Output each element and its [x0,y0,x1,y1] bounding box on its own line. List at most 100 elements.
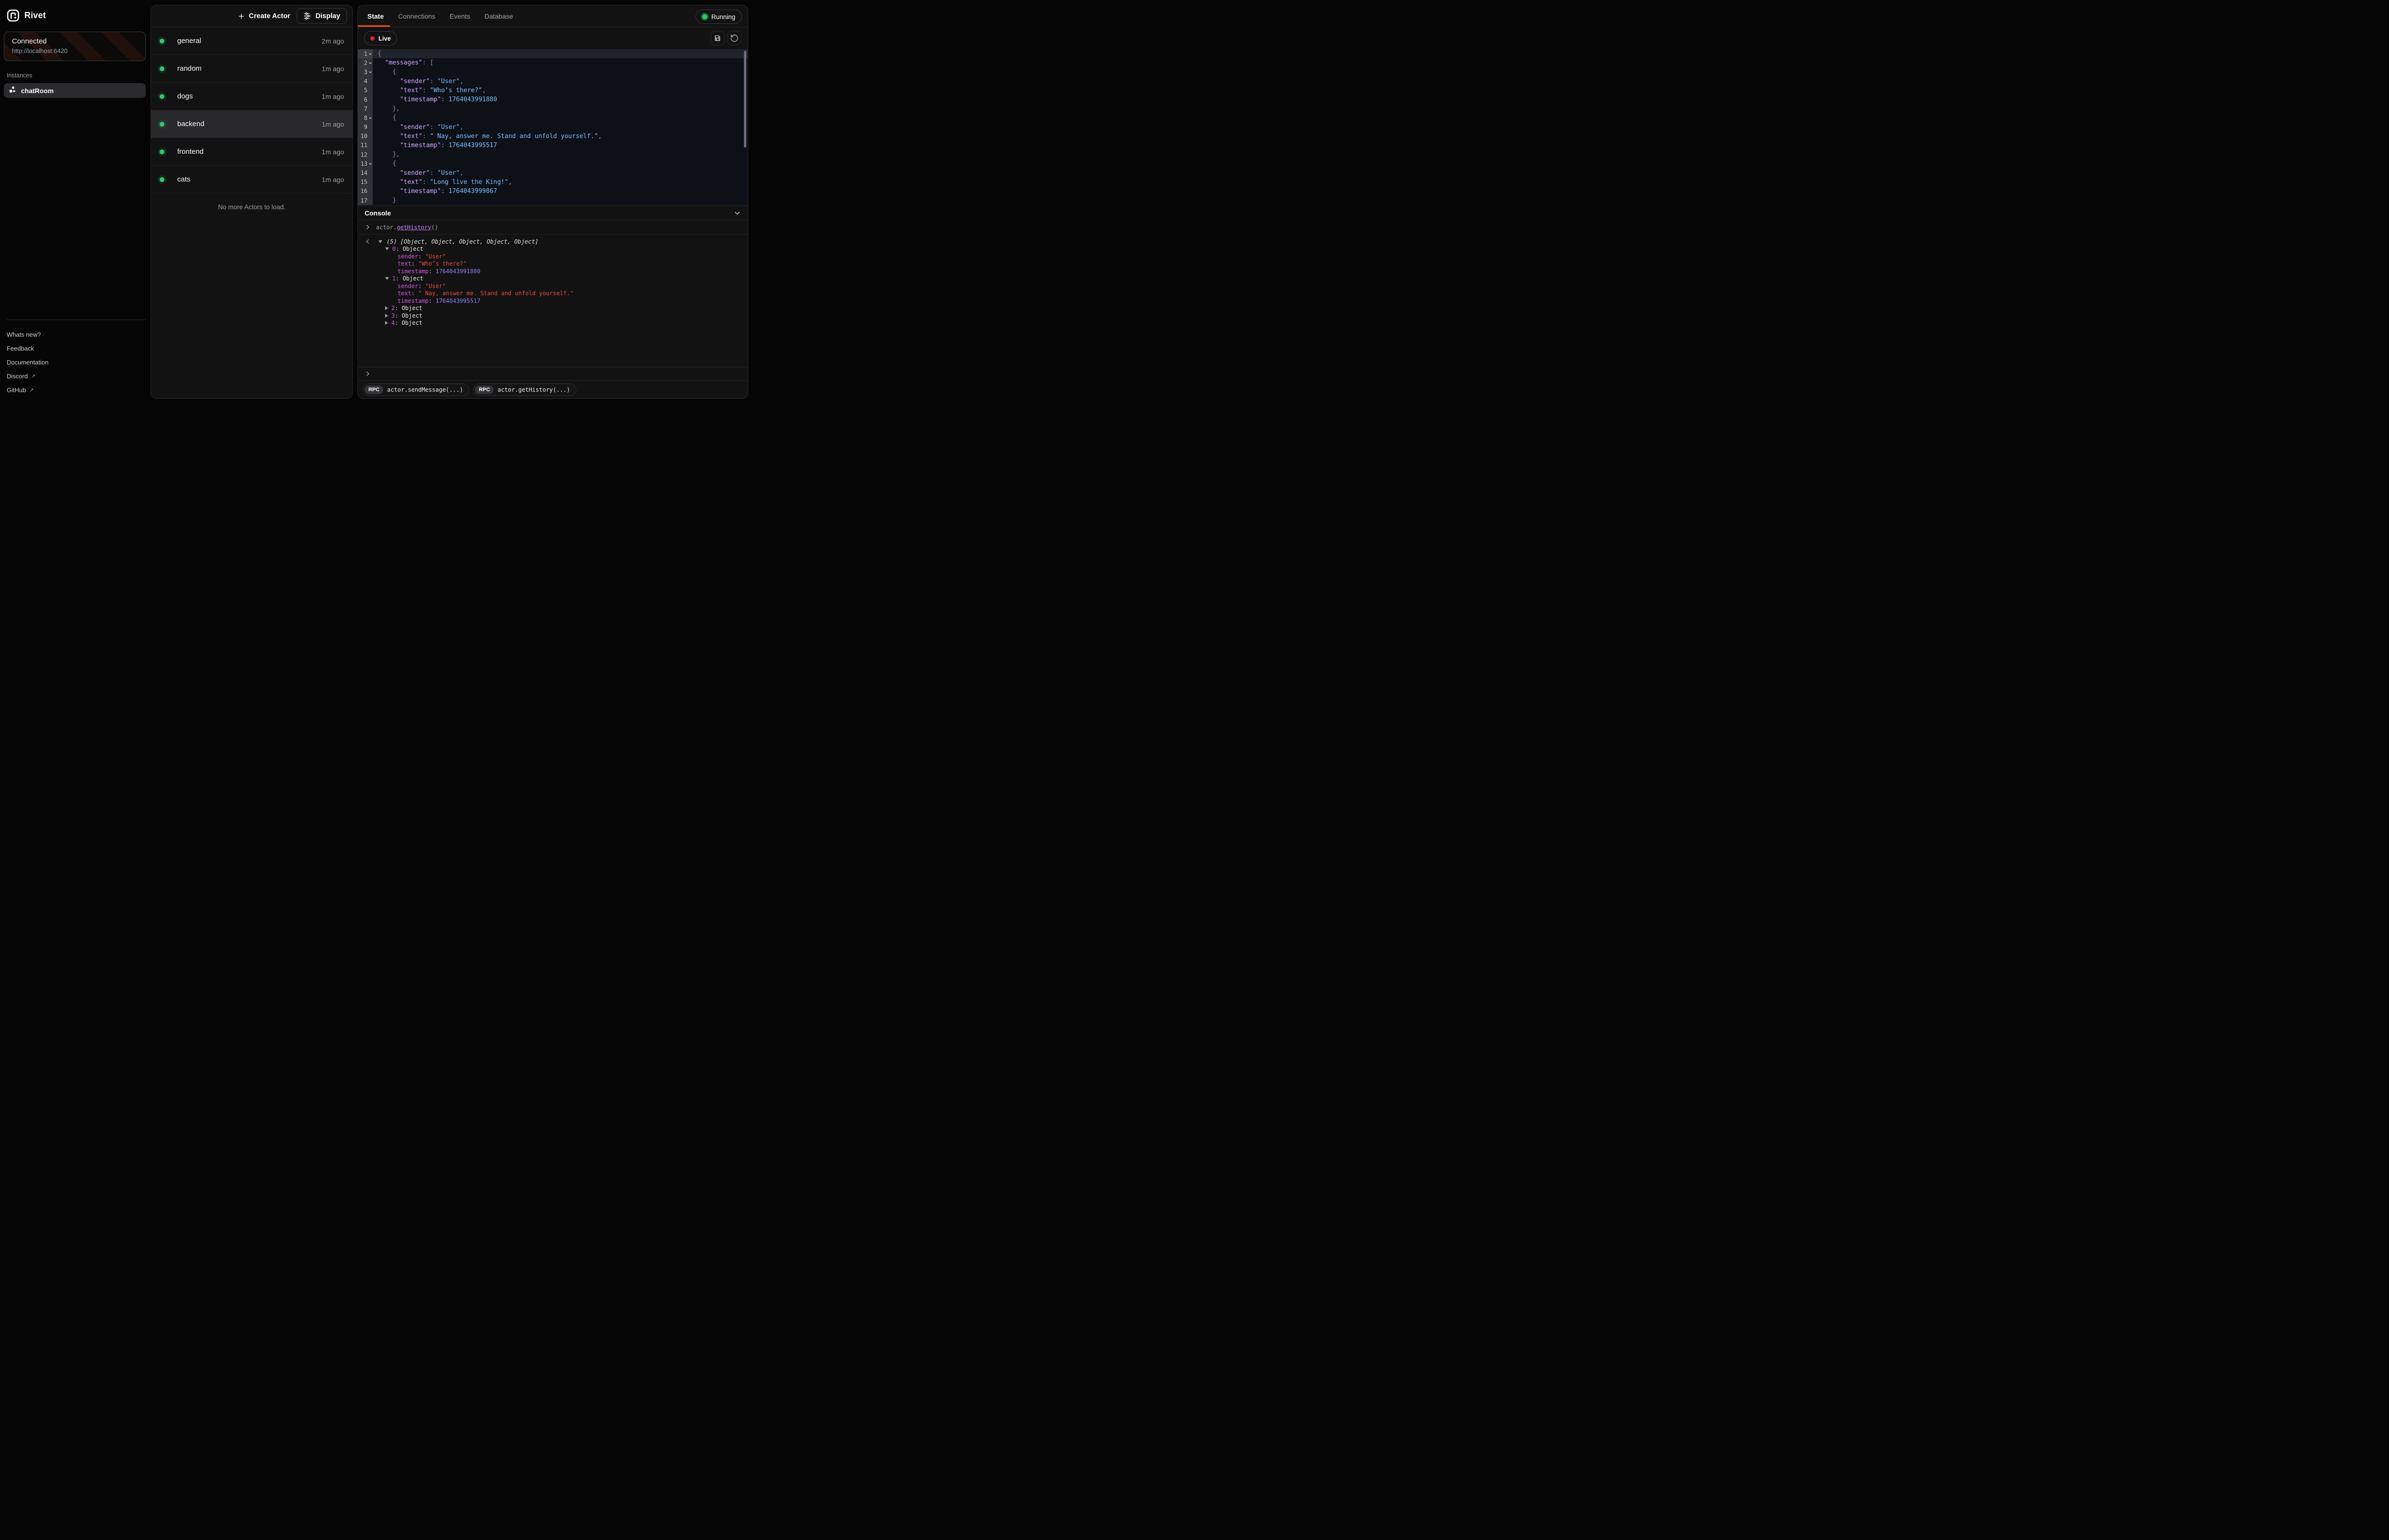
rpc-button-actor-sendmessage-[interactable]: RPCactor.sendMessage(...) [363,384,469,396]
console-entry-1[interactable]: 1: Object [365,275,741,283]
footer-links: Whats new?FeedbackDocumentationDiscord↗G… [0,328,146,397]
sidebar-footer: Whats new?FeedbackDocumentationDiscord↗G… [0,320,146,397]
tab-database[interactable]: Database [484,5,513,27]
console-entry-0[interactable]: 0: Object [365,246,741,253]
console-command-method[interactable]: getHistory [397,224,431,231]
actor-row-frontend[interactable]: frontend1m ago [151,138,353,166]
editor-scrollbar[interactable] [744,51,746,148]
line-number: 5 [360,87,367,94]
expanded-triangle-icon[interactable] [385,247,389,250]
editor-line-17: 17 } [358,196,748,205]
console-input-row[interactable] [358,367,748,380]
save-button[interactable] [710,31,725,45]
tab-connections[interactable]: Connections [398,5,435,27]
expanded-triangle-icon[interactable] [385,277,389,280]
editor-code-line: "timestamp": 1764043991880 [373,95,748,104]
tab-events[interactable]: Events [450,5,470,27]
state-json-editor[interactable]: 1{2 "messages": [3 {4 "sender": "User",5… [358,49,748,205]
live-badge[interactable]: Live [364,31,397,45]
console-command: actor.getHistory() [376,224,438,231]
line-number: 9 [360,124,367,130]
actor-last-active: 1m ago [322,65,344,73]
editor-line-6: 6 "timestamp": 1764043991880 [358,95,748,104]
actors-panel-header: Create Actor Display [151,5,353,27]
console-output: (5) [Object, Object, Object, Object, Obj… [358,234,748,367]
status-badge: Running [696,10,742,24]
editor-code-line: "timestamp": 1764043995517 [373,141,748,150]
actor-name: backend [177,120,322,128]
line-number: 4 [360,78,367,85]
fold-chevron-icon[interactable] [367,162,373,166]
editor-line-11: 11 "timestamp": 1764043995517 [358,141,748,150]
return-value-icon [365,238,371,245]
line-number: 2 [360,60,367,66]
sidebar: Rivet Connected http://localhost:6420 In… [0,0,150,404]
display-label: Display [315,12,340,20]
editor-line-3: 3 { [358,67,748,76]
actor-row-backend[interactable]: backend1m ago [151,110,353,138]
fold-chevron-icon[interactable] [367,52,373,56]
editor-line-12: 12 }, [358,150,748,159]
line-number: 11 [360,142,367,149]
console-entry-3[interactable]: 3: Object [365,312,741,320]
console-entry-4[interactable]: 4: Object [365,320,741,327]
console-header[interactable]: Console [358,205,748,220]
footer-link-github[interactable]: GitHub↗ [0,383,146,397]
editor-gutter: 4 [358,77,373,86]
brand-row: Rivet [0,0,150,22]
actor-row-general[interactable]: general2m ago [151,27,353,55]
actor-row-dogs[interactable]: dogs1m ago [151,83,353,110]
line-number: 6 [360,96,367,103]
console-title: Console [365,209,391,217]
external-link-icon: ↗ [29,387,33,393]
line-number: 7 [360,106,367,112]
actor-row-cats[interactable]: cats1m ago [151,166,353,193]
collapsed-triangle-icon[interactable] [385,306,388,310]
online-dot-icon [160,122,164,127]
console-prop-text: text: "Who’s there?" [365,260,741,268]
fold-chevron-icon[interactable] [367,61,373,65]
collapsed-triangle-icon[interactable] [385,314,388,318]
online-dot-icon [160,39,164,43]
editor-line-15: 15 "text": "Long live the King!", [358,178,748,187]
display-button[interactable]: Display [297,8,347,24]
editor-actions [710,31,742,45]
plus-icon [237,12,245,20]
app-root: Rivet Connected http://localhost:6420 In… [0,0,749,404]
shapes-icon [9,86,17,96]
footer-link-discord[interactable]: Discord↗ [0,369,146,383]
create-actor-button[interactable]: Create Actor [237,12,291,20]
save-icon [713,34,722,43]
footer-link-documentation[interactable]: Documentation [0,355,146,369]
fold-chevron-icon[interactable] [367,70,373,74]
rpc-badge: RPC [475,385,494,394]
collapsed-triangle-icon[interactable] [385,321,388,325]
rpc-button-actor-gethistory-[interactable]: RPCactor.getHistory(...) [473,384,576,396]
tab-state[interactable]: State [367,5,384,27]
sidebar-item-instance-chatRoom[interactable]: chatRoom [4,83,146,98]
editor-gutter: 9 [358,123,373,132]
footer-link-feedback[interactable]: Feedback [0,342,146,355]
expanded-triangle-icon[interactable] [378,240,382,243]
console-prop-timestamp: timestamp: 1764043991880 [365,267,741,275]
rpc-badge: RPC [365,385,383,394]
line-number: 3 [360,69,367,75]
console-prop-sender: sender: "User" [365,282,741,290]
editor-gutter: 17 [358,196,373,205]
rpc-method-label: actor.getHistory(...) [497,386,570,393]
revert-button[interactable] [727,31,742,45]
editor-gutter: 1 [358,49,373,58]
rpc-shortcuts-row: RPCactor.sendMessage(...)RPCactor.getHis… [358,380,748,398]
line-number: 10 [360,133,367,139]
line-number: 15 [360,179,367,185]
actor-row-random[interactable]: random1m ago [151,55,353,83]
instances-section-label: Instances [7,72,143,79]
footer-link-whats-new-[interactable]: Whats new? [0,328,146,342]
editor-code-line: } [373,196,748,205]
rivet-logo-icon [7,9,20,22]
status-badge-label: Running [711,13,735,21]
fold-chevron-icon[interactable] [367,116,373,120]
console-entry-2[interactable]: 2: Object [365,305,741,312]
editor-code-line: "text": "Who’s there?", [373,86,748,95]
editor-code-line: }, [373,150,748,159]
